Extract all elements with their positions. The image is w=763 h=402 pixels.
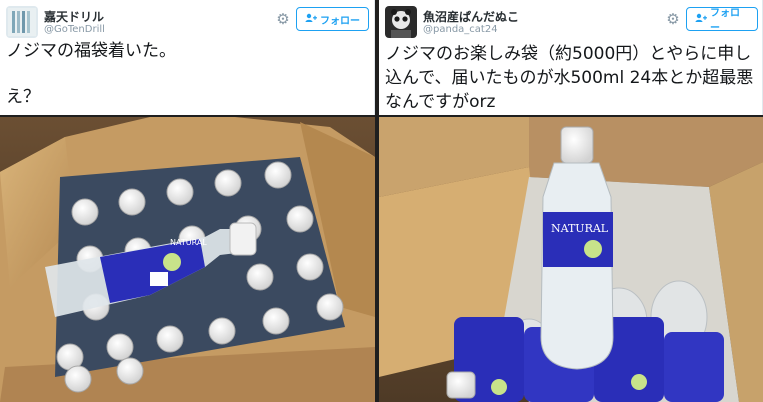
gear-icon[interactable]: ⚙ — [665, 11, 681, 27]
avatar[interactable] — [385, 6, 417, 38]
photo-box-of-water-bottles: NATURAL — [0, 117, 375, 402]
tweet-photo-left[interactable]: NATURAL — [0, 117, 375, 402]
photo-box-of-water-bottles: NATURAL — [379, 117, 763, 402]
follow-label: フォロー — [320, 15, 360, 27]
add-user-icon — [305, 13, 317, 26]
tweet-card-left: 嘉天ドリル @GoTenDrill ⚙ フォロー ノジマの福袋着いた。 え？ — [0, 0, 375, 115]
user-handle[interactable]: @GoTenDrill — [44, 24, 105, 35]
gear-icon[interactable]: ⚙ — [275, 11, 291, 27]
tweet-text: ノジマの福袋着いた。 え？ — [6, 41, 176, 107]
tweet-text: ノジマのお楽しみ袋（約5000円）とやらに申し込んで、届いたものが水500ml … — [385, 44, 754, 112]
user-handle[interactable]: @panda_cat24 — [423, 24, 498, 35]
tweet-card-right: 魚沼産ぱんだぬこ @panda_cat24 ⚙ フォロー ノジマのお楽しみ袋（約… — [379, 0, 763, 115]
bottle-label-text: NATURAL — [551, 222, 609, 235]
bottle-label-text: NATURAL — [170, 238, 207, 247]
follow-button[interactable]: フォロー — [686, 7, 758, 34]
avatar[interactable] — [6, 6, 38, 38]
add-user-icon — [695, 13, 707, 26]
display-name[interactable]: 嘉天ドリル — [44, 8, 104, 25]
follow-label: フォロー — [710, 8, 740, 34]
tweet-photo-right[interactable]: NATURAL — [379, 117, 763, 402]
follow-button[interactable]: フォロー — [296, 7, 369, 31]
display-name[interactable]: 魚沼産ぱんだぬこ — [423, 8, 519, 25]
